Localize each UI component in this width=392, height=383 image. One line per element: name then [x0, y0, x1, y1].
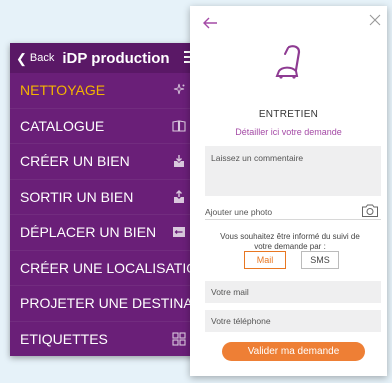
menu-item-label: CATALOGUE: [20, 117, 105, 134]
grid-icon: [172, 332, 186, 346]
sms-button[interactable]: SMS: [301, 251, 339, 269]
menu-item-sortir-bien[interactable]: SORTIR UN BIEN: [10, 180, 198, 215]
menu-item-etiquettes[interactable]: ETIQUETTES: [10, 322, 198, 357]
mail-button[interactable]: Mail: [244, 251, 286, 269]
book-icon: [172, 119, 186, 133]
form-heading: ENTRETIEN: [258, 109, 319, 120]
menu-item-projeter-destination[interactable]: PROJETER UNE DESTINAT: [10, 286, 198, 322]
menu-item-label: SORTIR UN BIEN: [20, 188, 134, 205]
menu-item-deplacer-bien[interactable]: DÉPLACER UN BIEN: [10, 215, 198, 251]
menu-item-label: NETTOYAGE: [20, 82, 106, 99]
camera-icon[interactable]: [361, 203, 379, 218]
phone-field[interactable]: Votre téléphone: [205, 310, 381, 332]
sparkle-icon: [172, 83, 186, 97]
back-label: Back: [29, 52, 55, 64]
menu-item-label: CRÉER UNE LOCALISATIO: [20, 259, 198, 276]
comment-textarea[interactable]: Laissez un commentaire: [205, 146, 381, 196]
menu-item-catalogue[interactable]: CATALOGUE: [10, 109, 198, 144]
navigation-menu: ❮ Back iDP production NETTOYAGE CATALOGU…: [10, 43, 198, 356]
menu-item-label: CRÉER UN BIEN: [20, 153, 130, 170]
form-subheading: Détailler ici votre demande: [235, 127, 342, 137]
phone-placeholder: Votre téléphone: [211, 316, 271, 326]
comment-placeholder: Laissez un commentaire: [211, 153, 304, 163]
menu-item-nettoyage[interactable]: NETTOYAGE: [10, 73, 198, 109]
arrow-left-icon[interactable]: [202, 16, 218, 30]
menu-list: NETTOYAGE CATALOGUE CRÉER UN BIEN SORTIR…: [10, 73, 198, 356]
request-form-screen: ENTRETIEN Détailler ici votre demande La…: [190, 6, 387, 376]
email-field[interactable]: Votre mail: [205, 281, 381, 303]
box-in-icon: [172, 154, 186, 168]
close-icon[interactable]: [369, 14, 381, 26]
add-photo-label: Ajouter une photo: [205, 206, 273, 217]
vacuum-cleaner-icon: [275, 45, 301, 79]
box-out-icon: [172, 189, 186, 204]
back-button[interactable]: ❮ Back: [16, 52, 54, 65]
email-placeholder: Votre mail: [211, 287, 249, 297]
move-icon: [172, 225, 186, 239]
submit-request-button[interactable]: Valider ma demande: [222, 342, 365, 361]
menu-item-creer-localisation[interactable]: CRÉER UNE LOCALISATIO: [10, 251, 198, 286]
menu-item-label: PROJETER UNE DESTINAT: [20, 295, 198, 312]
menu-item-label: DÉPLACER UN BIEN: [20, 224, 157, 241]
add-photo-row[interactable]: Ajouter une photo: [205, 204, 381, 220]
chevron-left-icon: ❮: [16, 50, 27, 66]
menu-item-creer-bien[interactable]: CRÉER UN BIEN: [10, 144, 198, 180]
menu-title: iDP production: [62, 49, 170, 67]
notification-question: Vous souhaitez être informé du suivi de …: [220, 232, 360, 251]
menu-item-label: ETIQUETTES: [20, 330, 108, 347]
menu-header: ❮ Back iDP production: [10, 43, 198, 73]
